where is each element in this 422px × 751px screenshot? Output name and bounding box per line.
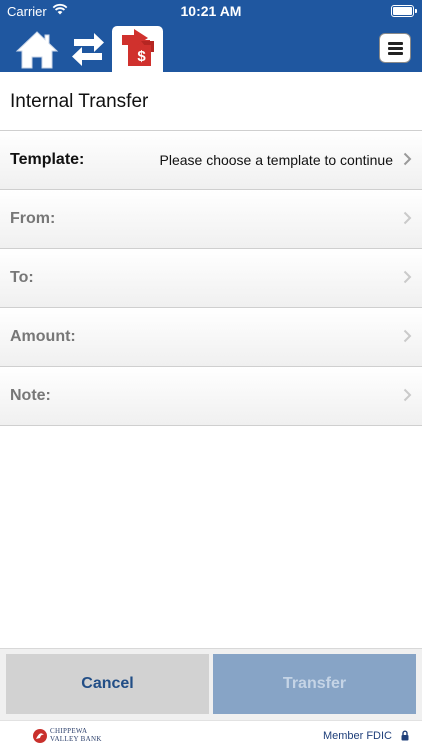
logo-line-2: VALLEY BANK [50,735,102,743]
member-fdic-label: Member FDIC [322,730,392,742]
battery-icon [391,5,417,17]
home-icon[interactable] [15,29,59,72]
template-value: Please choose a template to continue [159,152,394,168]
page-header: Internal Transfer [0,72,422,131]
chevron-right-icon [403,152,412,166]
transfer-arrows-icon[interactable] [66,29,110,72]
bank-logo: CHIPPEWA VALLEY BANK [32,725,112,747]
cancel-button[interactable]: Cancel [6,654,209,714]
template-label: Template: [10,151,85,168]
page-title: Internal Transfer [10,91,149,112]
note-row[interactable]: Note: [0,367,422,426]
action-bar: Cancel Transfer [0,648,422,721]
amount-row[interactable]: Amount: [0,308,422,367]
bank-logo-emblem-icon [33,729,47,743]
note-label: Note: [10,387,51,404]
chevron-right-icon [403,211,412,225]
from-row[interactable]: From: [0,190,422,249]
menu-button[interactable] [379,33,411,63]
chevron-right-icon [403,270,412,284]
to-label: To: [10,269,34,286]
lock-icon [401,730,409,741]
template-row[interactable]: Template: Please choose a template to co… [0,131,422,190]
status-time: 10:21 AM [180,3,242,19]
from-label: From: [10,210,56,227]
chevron-right-icon [403,388,412,402]
logo-line-1: CHIPPEWA [50,727,88,735]
transfer-button[interactable]: Transfer [213,654,416,714]
status-bar: Carrier 10:21 AM [0,0,422,22]
footer: CHIPPEWA VALLEY BANK Member FDIC [0,720,422,751]
to-row[interactable]: To: [0,249,422,308]
chevron-right-icon [403,329,412,343]
svg-text:$: $ [137,48,146,65]
top-bar: Carrier 10:21 AM $ [0,0,422,72]
tab-internal-transfer[interactable]: $ [112,26,163,72]
transfer-dollar-icon: $ [122,29,154,66]
amount-label: Amount: [10,328,76,345]
hamburger-menu-icon [388,42,403,45]
